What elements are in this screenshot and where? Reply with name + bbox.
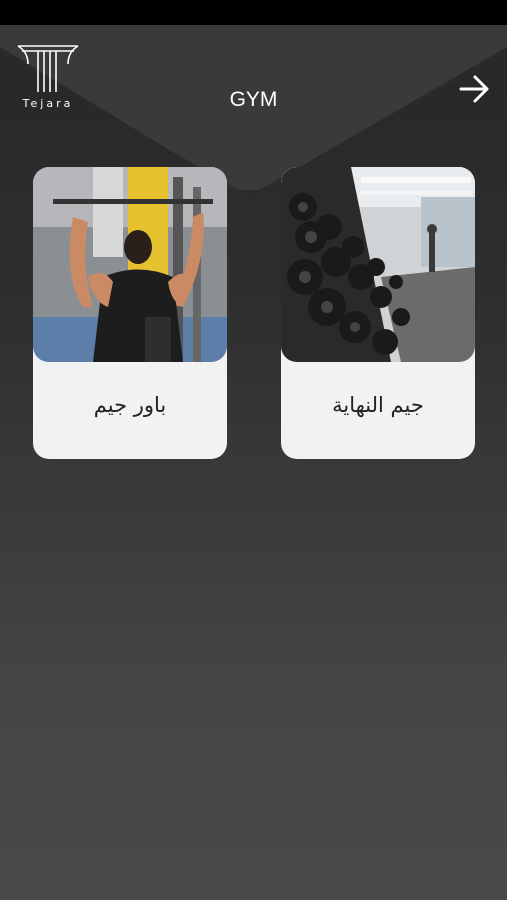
card-label: جيم النهاية: [332, 393, 424, 417]
gym-card-alnihaya[interactable]: جيم النهاية: [281, 167, 475, 459]
logo-mark-icon: [17, 45, 79, 92]
status-bar: [0, 0, 507, 25]
page-title: GYM: [229, 88, 278, 111]
gym-card-power[interactable]: باور جيم: [33, 167, 227, 459]
lat-pulldown-photo: [33, 167, 227, 362]
card-label: باور جيم: [93, 393, 167, 417]
arrow-right-icon: [459, 75, 489, 103]
back-button[interactable]: [455, 72, 493, 106]
dumbbell-rack-photo: [281, 167, 475, 362]
